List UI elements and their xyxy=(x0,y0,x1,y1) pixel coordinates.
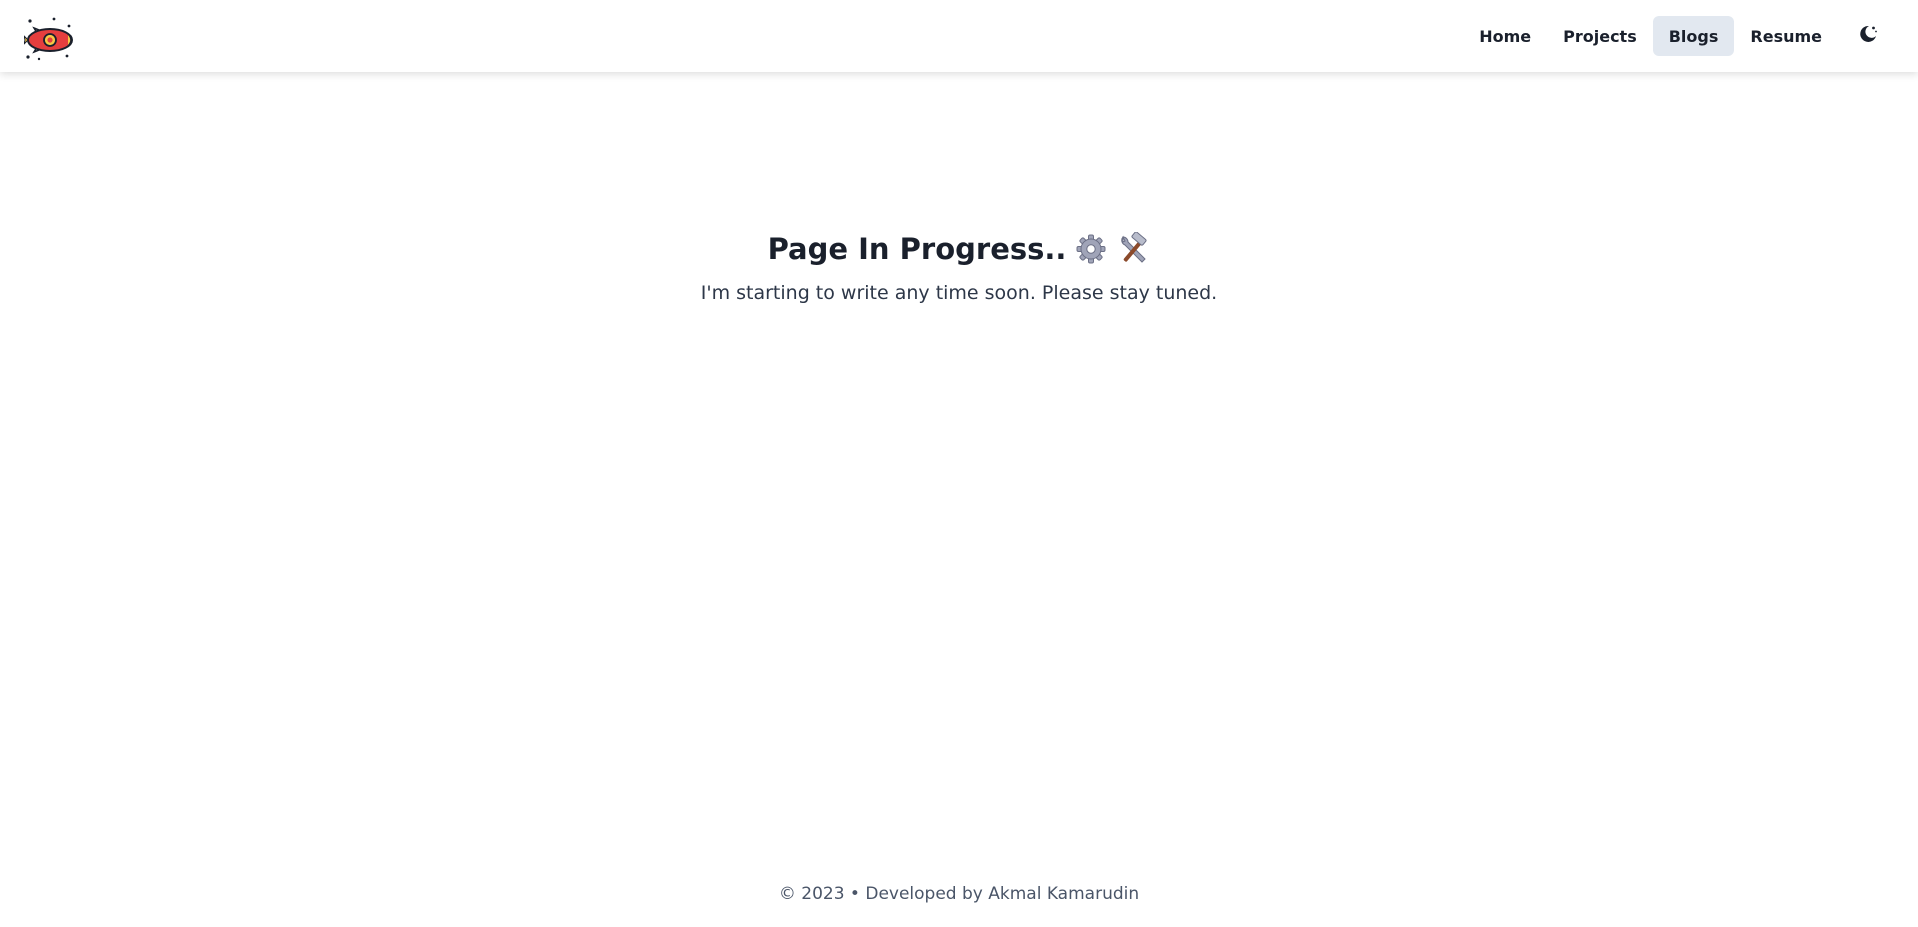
nav-home-link[interactable]: Home xyxy=(1463,16,1547,56)
main-nav: Home Projects Blogs Resume xyxy=(1463,16,1888,56)
page-subtitle: I'm starting to write any time soon. Ple… xyxy=(700,282,1218,304)
theme-toggle-button[interactable] xyxy=(1848,16,1888,56)
nav-projects-link[interactable]: Projects xyxy=(1547,16,1653,56)
nav-blogs-link[interactable]: Blogs xyxy=(1652,16,1735,56)
navbar: Home Projects Blogs Resume xyxy=(0,0,1918,72)
page-title-row: Page In Progress.. xyxy=(768,226,1151,272)
footer-text: © 2023 • Developed by Akmal Kamarudin xyxy=(778,884,1140,904)
moon-icon xyxy=(1858,24,1878,48)
page-title: Page In Progress.. xyxy=(767,232,1067,266)
gear-icon xyxy=(1074,232,1108,266)
rocket-logo-icon[interactable] xyxy=(24,16,76,62)
hammer-wrench-icon xyxy=(1116,231,1150,266)
nav-resume-link[interactable]: Resume xyxy=(1734,16,1838,56)
main-content: Page In Progress.. I'm starting to write… xyxy=(0,226,1918,308)
